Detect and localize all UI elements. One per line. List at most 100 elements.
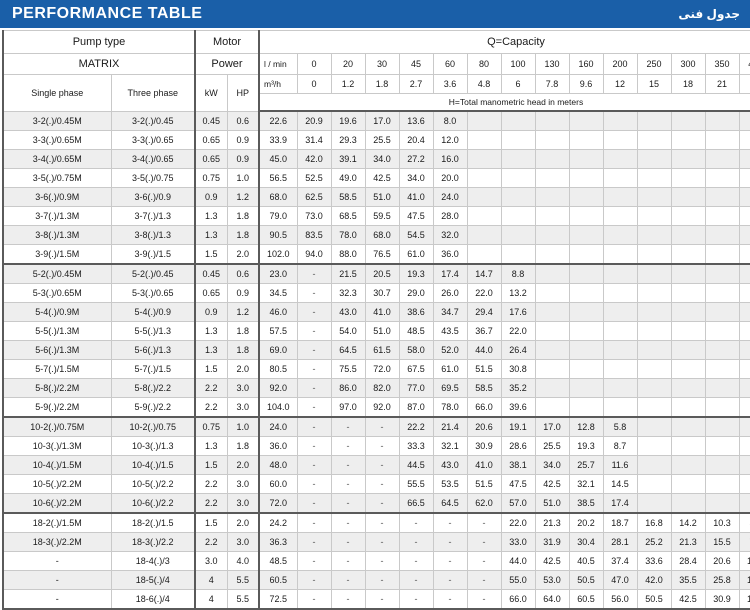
- cell-head-160: [534, 397, 570, 418]
- cell-three-phase: 3-9(.)/1.5: [110, 244, 196, 265]
- cell-head-400: [704, 436, 740, 456]
- cell-head-100: 22.0: [466, 283, 502, 303]
- cell-head-30: -: [330, 570, 366, 590]
- cell-head-300: [636, 378, 672, 398]
- cell-head-350: [670, 244, 706, 265]
- header-m3h-4: 3.6: [432, 74, 468, 94]
- cell-head-400: [704, 321, 740, 341]
- cell-single-phase: 18-3(.)/2.2M: [2, 532, 112, 552]
- cell-single-phase: 5-7(.)/1.5M: [2, 359, 112, 379]
- cell-head-200: [568, 359, 604, 379]
- cell-three-phase: 5-7(.)/1.5: [110, 359, 196, 379]
- cell-single-phase: -: [2, 570, 112, 590]
- header-kw: kW: [194, 74, 228, 112]
- cell-head-80: 61.0: [432, 359, 468, 379]
- cell-kw: 0.75: [194, 416, 228, 437]
- cell-head-60: 41.0: [398, 187, 434, 207]
- cell-head-300: [636, 436, 672, 456]
- header-capacity: Q=Capacity: [257, 30, 750, 54]
- cell-head-130: [500, 110, 536, 131]
- cell-head-45: 92.0: [364, 397, 400, 418]
- cell-head-400: 20.6: [704, 551, 740, 571]
- cell-head-300: 50.5: [636, 589, 672, 610]
- table-row: 3-9(.)/1.5M 3-9(.)/1.5 1.5 2.0 102.0 94.0 88.0…: [2, 244, 750, 265]
- cell-head-30: -: [330, 416, 366, 437]
- cell-head-250: 28.1: [602, 532, 638, 552]
- cell-head-60: -: [398, 589, 434, 610]
- header-m3h-6: 6: [500, 74, 536, 94]
- cell-kw: 1.3: [194, 321, 228, 341]
- cell-head-130: 30.8: [500, 359, 536, 379]
- cell-head-0: 72.0: [258, 493, 298, 514]
- header-m3h-10: 15: [636, 74, 672, 94]
- cell-single-phase: 10-6(.)/2.2M: [2, 493, 112, 514]
- cell-head-100: 41.0: [466, 455, 502, 475]
- cell-single-phase: 10-2(.)/0.75M: [2, 416, 112, 437]
- cell-kw: 1.5: [194, 359, 228, 379]
- cell-head-45: 76.5: [364, 244, 400, 265]
- performance-table-page: PERFORMANCE TABLE جدول فنی Pump type Mot…: [0, 0, 750, 610]
- cell-head-300: [636, 474, 672, 494]
- cell-head-80: 64.5: [432, 493, 468, 514]
- cell-head-160: [534, 321, 570, 341]
- cell-head-400: [704, 359, 740, 379]
- cell-head-450: [738, 244, 750, 265]
- cell-single-phase: 10-3(.)/1.3M: [2, 436, 112, 456]
- cell-hp: 3.0: [226, 397, 260, 418]
- header-power: Power: [194, 53, 260, 75]
- cell-head-350: 28.4: [670, 551, 706, 571]
- cell-head-60: 77.0: [398, 378, 434, 398]
- cell-head-60: 44.5: [398, 455, 434, 475]
- cell-head-100: 29.4: [466, 302, 502, 322]
- cell-head-0: 33.9: [258, 130, 298, 150]
- cell-hp: 3.0: [226, 532, 260, 552]
- header-m3h-1: 1.2: [330, 74, 366, 94]
- cell-head-160: 42.5: [534, 474, 570, 494]
- cell-head-130: 22.0: [500, 321, 536, 341]
- cell-three-phase: 18-2(.)/1.5: [110, 512, 196, 533]
- cell-head-450: [738, 149, 750, 169]
- cell-head-200: [568, 187, 604, 207]
- cell-head-250: 8.7: [602, 436, 638, 456]
- header-lmin-7: 130: [534, 53, 570, 75]
- cell-head-130: [500, 244, 536, 265]
- table-row: 5-5(.)/1.3M 5-5(.)/1.3 1.3 1.8 57.5-54.0 51.0…: [2, 321, 750, 341]
- cell-head-400: [704, 168, 740, 188]
- cell-head-80: 8.0: [432, 110, 468, 131]
- cell-head-200: [568, 283, 604, 303]
- cell-head-60: 67.5: [398, 359, 434, 379]
- cell-head-0: 102.0: [258, 244, 298, 265]
- table-row: 5-8(.)/2.2M 5-8(.)/2.2 2.2 3.0 92.0-86.0 82.0…: [2, 378, 750, 398]
- cell-head-300: 25.2: [636, 532, 672, 552]
- cell-head-130: [500, 206, 536, 226]
- cell-head-160: [534, 283, 570, 303]
- cell-kw: 0.75: [194, 168, 228, 188]
- cell-head-160: [534, 149, 570, 169]
- cell-head-200: 25.7: [568, 455, 604, 475]
- cell-hp: 1.8: [226, 340, 260, 360]
- table-row: 10-5(.)/2.2M 10-5(.)/2.2 2.2 3.0 60.0- - -55.5…: [2, 474, 750, 494]
- cell-head-45: -: [364, 570, 400, 590]
- header-lmin-9: 200: [602, 53, 638, 75]
- cell-head-100: 20.6: [466, 416, 502, 437]
- cell-head-400: 30.9: [704, 589, 740, 610]
- cell-head-45: 34.0: [364, 149, 400, 169]
- cell-head-400: [704, 225, 740, 245]
- cell-head-250: 14.5: [602, 474, 638, 494]
- cell-head-130: 19.1: [500, 416, 536, 437]
- header-m3h-13: 24: [738, 74, 750, 94]
- cell-head-300: [636, 149, 672, 169]
- cell-single-phase: 5-2(.)/0.45M: [2, 263, 112, 284]
- cell-head-45: -: [364, 532, 400, 552]
- cell-head-450: [738, 206, 750, 226]
- cell-three-phase: 3-6(.)/0.9: [110, 187, 196, 207]
- cell-three-phase: 3-2(.)/0.45: [110, 110, 196, 131]
- cell-head-20: -: [296, 532, 332, 552]
- cell-head-80: 69.5: [432, 378, 468, 398]
- cell-head-80: 28.0: [432, 206, 468, 226]
- cell-head-20: 94.0: [296, 244, 332, 265]
- cell-head-450: [738, 168, 750, 188]
- cell-head-60: 13.6: [398, 110, 434, 131]
- cell-head-20: -: [296, 455, 332, 475]
- cell-head-350: [670, 206, 706, 226]
